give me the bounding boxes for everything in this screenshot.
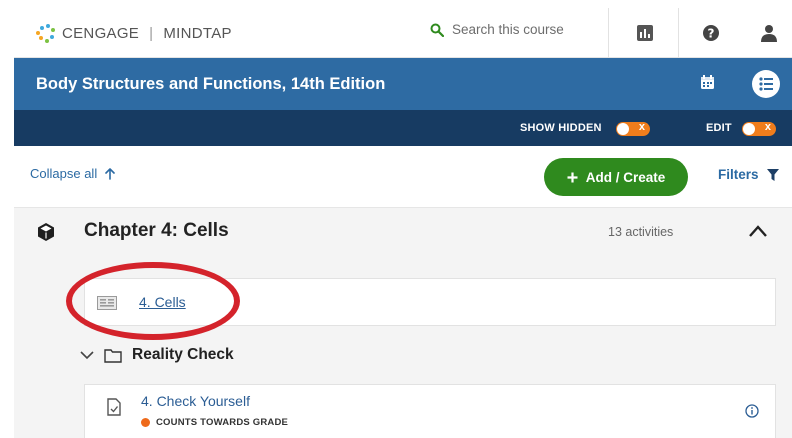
cengage-logo-icon <box>34 22 56 44</box>
chapter-title[interactable]: Chapter 4: Cells <box>84 220 229 242</box>
folder-icon <box>104 348 122 363</box>
collapse-all-label: Collapse all <box>30 166 98 181</box>
course-title: Body Structures and Functions, 14th Edit… <box>36 75 386 93</box>
toggle-knob <box>743 123 755 135</box>
course-search[interactable]: Search this course <box>430 22 564 37</box>
gradebook-icon[interactable] <box>636 24 654 42</box>
calendar-icon[interactable] <box>700 75 715 90</box>
collapse-all-link[interactable]: Collapse all <box>30 166 116 181</box>
chevron-down-icon[interactable] <box>80 350 94 360</box>
brand-separator: | <box>149 24 154 42</box>
folder-reality-check[interactable]: Reality Check <box>80 346 234 364</box>
add-create-label: Add / Create <box>585 169 666 185</box>
user-icon[interactable] <box>760 24 778 42</box>
highlight-circle <box>66 262 240 340</box>
cengage-mindtap-logo[interactable]: CENGAGE | MINDTAP <box>34 22 232 44</box>
help-icon[interactable]: ? <box>702 24 720 42</box>
view-options-bar: SHOW HIDDEN x EDIT x <box>14 110 792 146</box>
course-title-bar: Body Structures and Functions, 14th Edit… <box>14 58 792 110</box>
document-icon <box>107 398 121 416</box>
svg-text:?: ? <box>708 27 715 41</box>
toggle-off-icon: x <box>764 121 771 133</box>
list-item[interactable]: 4. Check Yourself COUNTS TOWARDS GRADE <box>84 384 776 438</box>
edit-toggle[interactable]: x <box>742 121 776 136</box>
show-hidden-label: SHOW HIDDEN <box>520 122 602 134</box>
plus-icon <box>567 172 578 182</box>
activity-link-check-yourself[interactable]: 4. Check Yourself <box>141 393 250 409</box>
toggle-off-icon: x <box>638 121 645 133</box>
info-icon[interactable] <box>745 404 759 418</box>
add-create-button[interactable]: Add / Create <box>544 158 688 196</box>
list-icon <box>759 77 773 91</box>
grade-status-label: COUNTS TOWARDS GRADE <box>156 417 289 428</box>
filters-label: Filters <box>718 167 759 182</box>
header-divider <box>608 8 609 58</box>
header-divider <box>678 8 679 58</box>
brand-mindtap: MINDTAP <box>163 24 232 42</box>
show-hidden-toggle[interactable]: x <box>616 121 650 136</box>
filter-icon <box>766 168 779 181</box>
toggle-knob <box>617 123 629 135</box>
edit-label: EDIT <box>706 122 732 134</box>
list-view-button[interactable] <box>752 70 780 98</box>
app-header: CENGAGE | MINDTAP Search this course ? <box>14 8 792 58</box>
search-icon <box>430 23 444 37</box>
brand-cengage: CENGAGE <box>62 24 140 42</box>
filters-button[interactable]: Filters <box>718 167 779 182</box>
folder-label: Reality Check <box>132 346 234 363</box>
search-placeholder: Search this course <box>452 22 564 37</box>
grade-indicator-dot <box>141 418 150 427</box>
grade-status: COUNTS TOWARDS GRADE <box>141 417 288 428</box>
activity-count: 13 activities <box>608 225 674 239</box>
arrow-up-icon <box>105 167 116 180</box>
cube-icon <box>38 223 54 241</box>
content-controls: Collapse all Add / Create Filters <box>14 146 792 208</box>
chevron-up-icon[interactable] <box>748 224 768 238</box>
